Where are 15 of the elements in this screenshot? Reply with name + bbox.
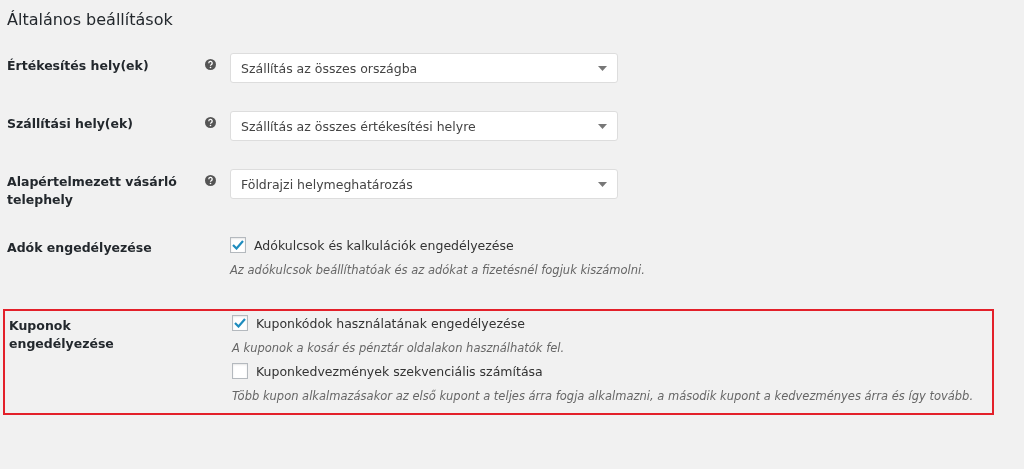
select-field[interactable]: Földrajzi helymeghatározás [230, 169, 618, 199]
select-field[interactable]: Szállítás az összes értékesítési helyre [230, 111, 618, 141]
field-label: Szállítási hely(ek) [7, 115, 135, 133]
field-label: Értékesítés hely(ek) [7, 57, 150, 75]
checkbox-label[interactable]: Kuponkedvezmények szekvenciális számítása [256, 363, 543, 379]
checkbox-label[interactable]: Adókulcsok és kalkulációk engedélyezése [254, 237, 514, 253]
field-description: Több kupon alkalmazásakor az első kupont a teljes árra fogja alkalmazni, a második kupont a kedvezményes árra és így tovább. [232, 389, 975, 403]
checkbox-label[interactable]: Kuponkódok használatának engedélyezése [256, 315, 525, 331]
section-heading: Általános beállítások [7, 9, 174, 29]
select-field[interactable]: Szállítás az összes országba [230, 53, 618, 83]
field-description: A kuponok a kosár és pénztár oldalakon használhatók fel. [232, 341, 566, 355]
field-label: Kuponok engedélyezése [9, 317, 115, 353]
field-label: Adók engedélyezése [7, 239, 153, 257]
field-description: Az adókulcsok beállíthatóak és az adókat a fizetésnél fogjuk kiszámolni. [230, 263, 646, 277]
field-label: Alapértelmezett vásárló telephely [7, 173, 177, 209]
